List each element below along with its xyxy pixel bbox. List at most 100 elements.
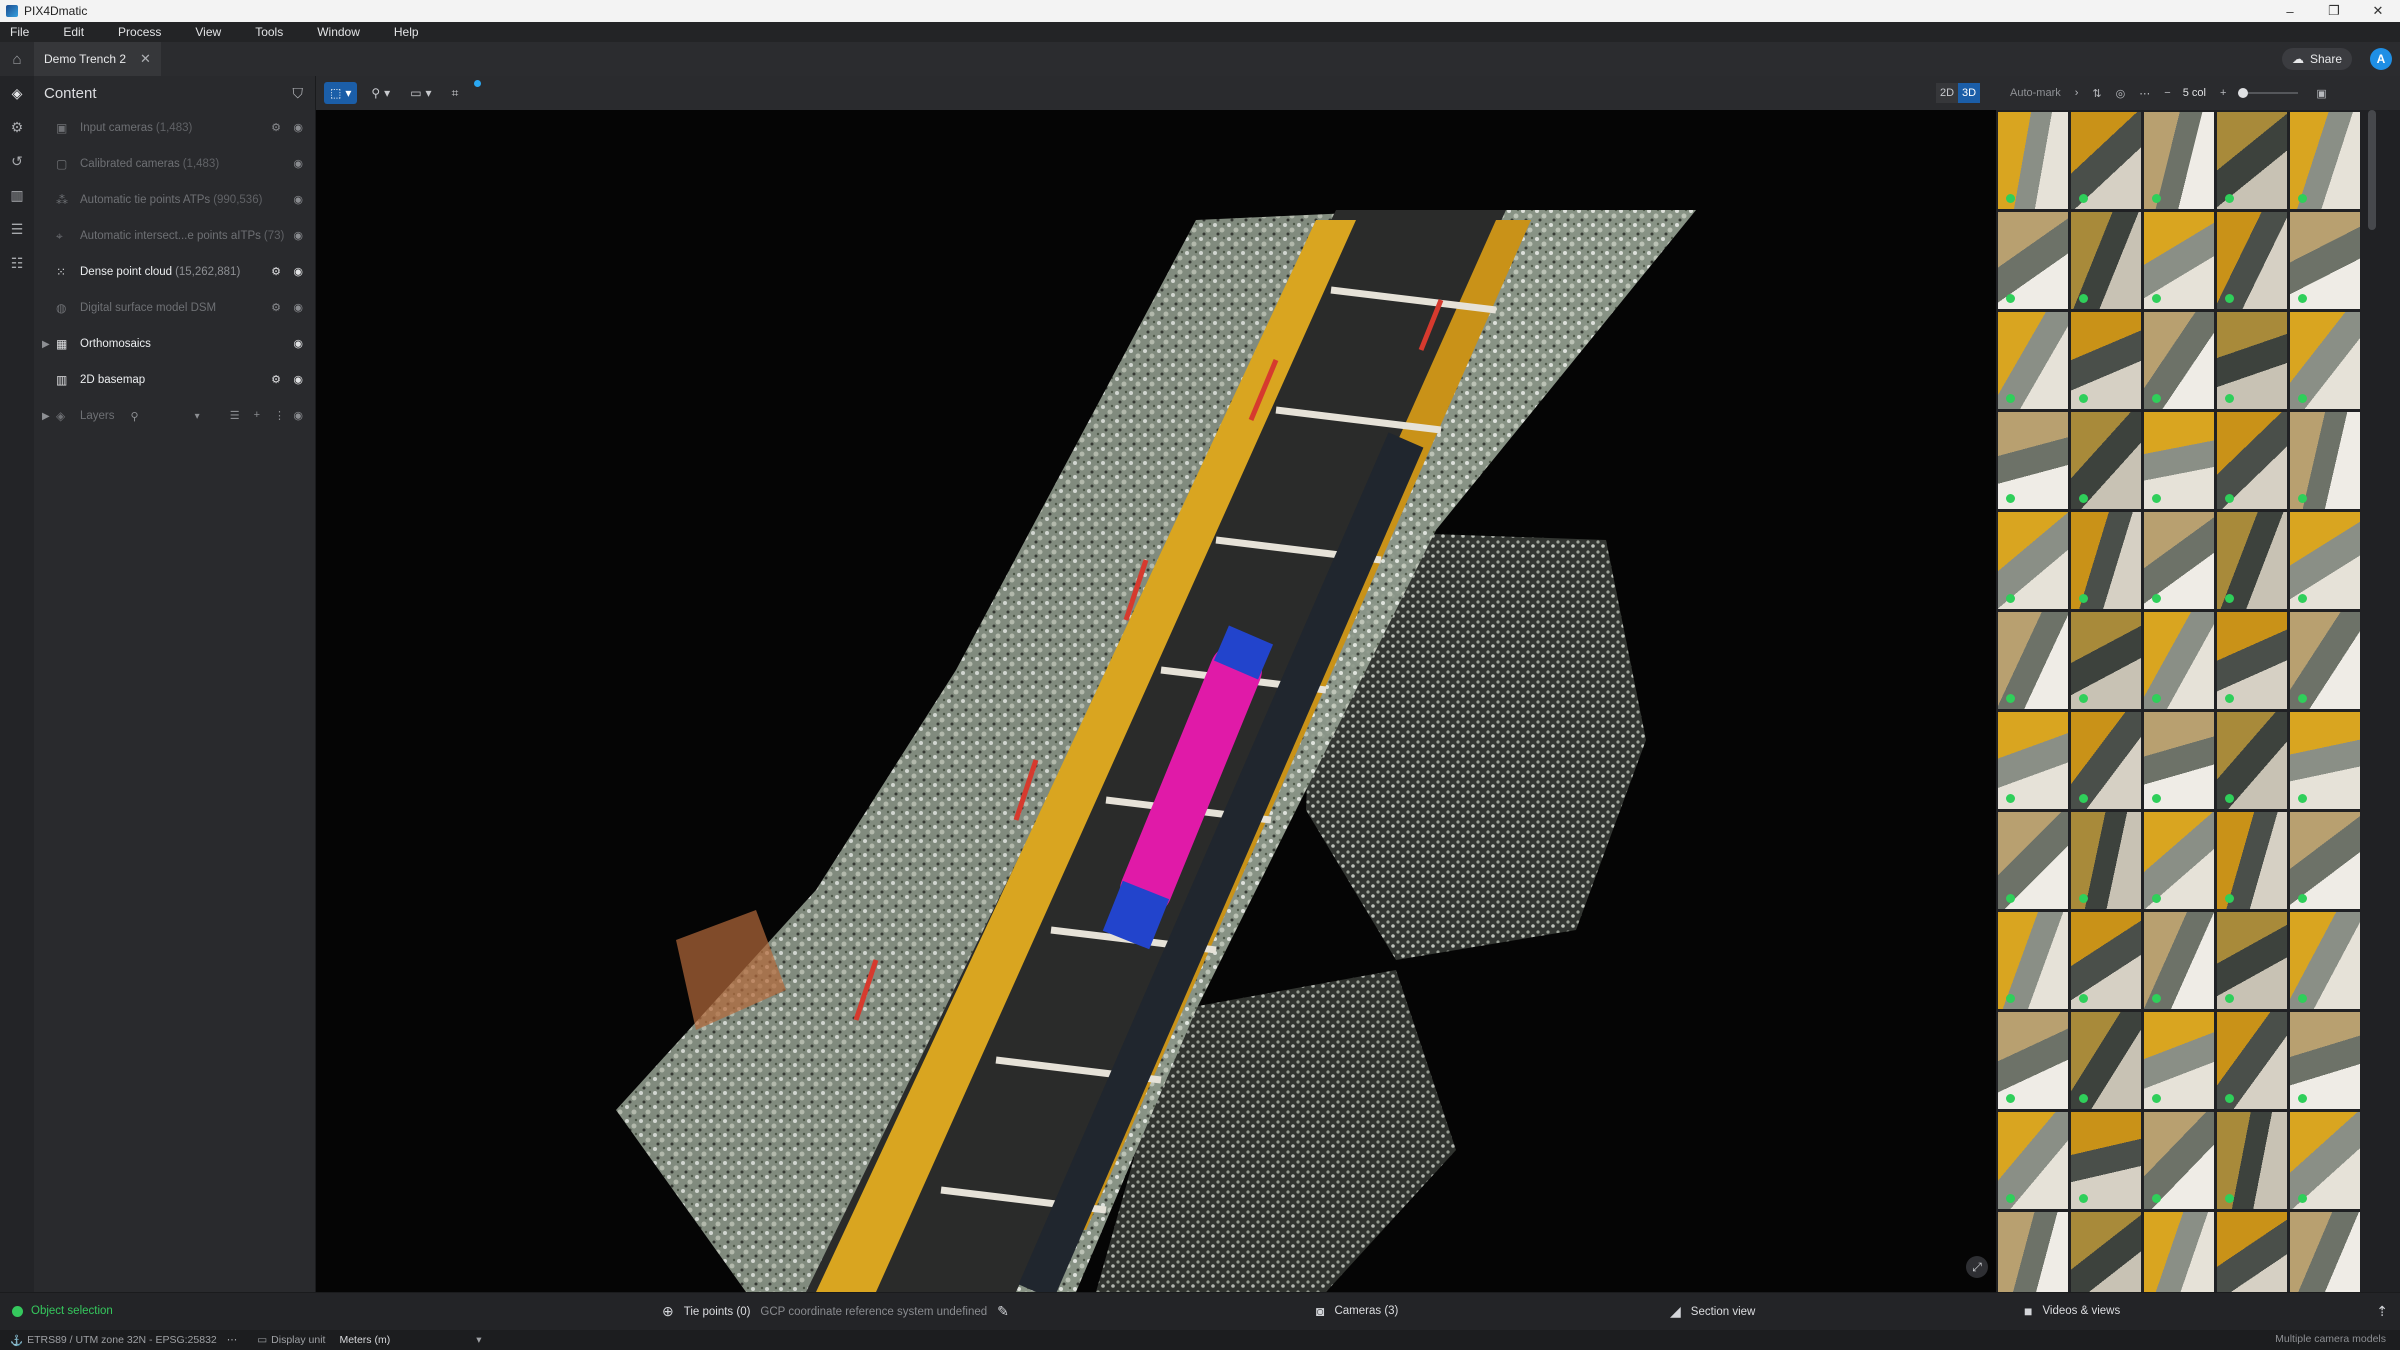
- sort-icon[interactable]: ⇅: [2092, 87, 2101, 100]
- slider-knob[interactable]: [2238, 88, 2249, 98]
- camera-thumbnail[interactable]: [2290, 212, 2360, 309]
- close-window-button[interactable]: ✕: [2356, 0, 2400, 22]
- camera-thumbnail[interactable]: [2071, 212, 2141, 309]
- visibility-eye-icon[interactable]: ◉: [293, 409, 303, 422]
- camera-thumbnail[interactable]: [2071, 812, 2141, 909]
- view-3d-button[interactable]: 3D: [1958, 83, 1980, 103]
- chevron-down-icon[interactable]: ▾: [476, 1334, 481, 1346]
- camera-thumbnail[interactable]: [1998, 512, 2068, 609]
- section-view-section[interactable]: ◢ Section view: [1670, 1303, 1755, 1320]
- camera-thumbnail[interactable]: [2217, 612, 2287, 709]
- layers-stack-icon[interactable]: ◈: [0, 76, 34, 110]
- settings-gear-icon[interactable]: ⚙: [271, 301, 281, 314]
- close-tab-icon[interactable]: ✕: [140, 51, 151, 67]
- camera-thumbnail[interactable]: [2071, 712, 2141, 809]
- camera-thumbnail[interactable]: [2144, 412, 2214, 509]
- camera-thumbnail[interactable]: [2290, 412, 2360, 509]
- zoom-out-icon[interactable]: −: [2164, 87, 2170, 99]
- camera-thumbnail[interactable]: [2290, 312, 2360, 409]
- camera-thumbnail[interactable]: [2144, 112, 2214, 209]
- display-unit-select[interactable]: Meters (m): [339, 1334, 390, 1346]
- camera-thumbnail[interactable]: [1998, 212, 2068, 309]
- thumbnail-size-slider[interactable]: [2238, 88, 2299, 98]
- camera-thumbnail[interactable]: [2217, 212, 2287, 309]
- cameras-section[interactable]: ◙ Cameras (3): [1316, 1303, 1398, 1319]
- layer-2d-basemap[interactable]: ▥ 2D basemap ⚙ ◉: [34, 362, 315, 398]
- settings-gear-icon[interactable]: ⚙: [271, 373, 281, 386]
- camera-thumbnail[interactable]: [2217, 1212, 2287, 1292]
- camera-thumbnail[interactable]: [2144, 1212, 2214, 1292]
- add-icon[interactable]: +: [254, 409, 260, 422]
- camera-thumbnail[interactable]: [2144, 712, 2214, 809]
- layer-digital-surface-model[interactable]: ◍ Digital surface model DSM ⚙ ◉: [34, 290, 315, 326]
- menu-process[interactable]: Process: [118, 25, 161, 39]
- chevron-down-icon[interactable]: ▾: [195, 411, 200, 422]
- menu-file[interactable]: File: [10, 25, 29, 39]
- menu-view[interactable]: View: [195, 25, 221, 39]
- 3d-viewport[interactable]: ⤢: [316, 110, 1996, 1292]
- target-icon[interactable]: ◎: [2116, 87, 2126, 100]
- tab-demo-trench-2[interactable]: Demo Trench 2 ✕: [34, 42, 161, 76]
- camera-thumbnail[interactable]: [2071, 312, 2141, 409]
- more-icon[interactable]: ⋮: [274, 409, 285, 422]
- camera-thumbnail[interactable]: [2290, 1012, 2360, 1109]
- crs-more-icon[interactable]: ⋯: [227, 1334, 238, 1346]
- camera-thumbnail[interactable]: [2217, 1112, 2287, 1209]
- camera-thumbnail[interactable]: [1998, 612, 2068, 709]
- camera-thumbnail[interactable]: [2217, 812, 2287, 909]
- camera-thumbnail[interactable]: [1998, 412, 2068, 509]
- camera-thumbnail[interactable]: [1998, 112, 2068, 209]
- camera-thumbnail[interactable]: [1998, 312, 2068, 409]
- visibility-eye-icon[interactable]: ◉: [293, 373, 303, 386]
- camera-thumbnail[interactable]: [2071, 512, 2141, 609]
- collapse-panel-icon[interactable]: ⇡: [2376, 1303, 2388, 1320]
- object-selection-status[interactable]: Object selection: [12, 1305, 113, 1317]
- camera-thumbnail[interactable]: [2144, 812, 2214, 909]
- camera-thumbnail[interactable]: [2144, 312, 2214, 409]
- avatar[interactable]: A: [2370, 48, 2392, 70]
- camera-thumbnail[interactable]: [2071, 112, 2141, 209]
- thumbnail-scrollbar[interactable]: [2368, 110, 2376, 230]
- home-icon[interactable]: ⌂: [0, 42, 34, 76]
- camera-thumbnail[interactable]: [2071, 612, 2141, 709]
- camera-thumbnail[interactable]: [2217, 712, 2287, 809]
- list-icon[interactable]: ☰: [230, 409, 240, 422]
- layer-input-cameras[interactable]: ▣ Input cameras (1,483) ⚙ ◉: [34, 110, 315, 146]
- camera-thumbnail[interactable]: [2217, 412, 2287, 509]
- camera-thumbnail[interactable]: [2290, 712, 2360, 809]
- layer-dense-point-cloud[interactable]: ⁙ Dense point cloud (15,262,881) ⚙ ◉: [34, 254, 315, 290]
- camera-thumbnail[interactable]: [1998, 1212, 2068, 1292]
- search-icon[interactable]: ⚲: [131, 410, 139, 423]
- visibility-eye-icon[interactable]: ◉: [293, 337, 303, 350]
- settings-gear-icon[interactable]: ⚙: [271, 121, 281, 134]
- camera-thumbnail[interactable]: [2290, 812, 2360, 909]
- fit-view-button[interactable]: ⤢: [1966, 1256, 1988, 1278]
- edit-pencil-icon[interactable]: ✎: [997, 1303, 1009, 1320]
- minimize-button[interactable]: –: [2268, 0, 2312, 22]
- menu-tools[interactable]: Tools: [255, 25, 283, 39]
- camera-thumbnail[interactable]: [1998, 912, 2068, 1009]
- camera-thumbnail[interactable]: [2071, 1212, 2141, 1292]
- camera-thumbnail[interactable]: [2290, 112, 2360, 209]
- visibility-eye-icon[interactable]: ◉: [293, 301, 303, 314]
- visibility-eye-icon[interactable]: ◉: [293, 121, 303, 134]
- camera-thumbnail[interactable]: [2144, 512, 2214, 609]
- marker-tool-button[interactable]: ⚲ ▾: [365, 82, 396, 104]
- camera-thumbnail[interactable]: [2290, 1212, 2360, 1292]
- measure-tool-button[interactable]: ▭ ▾: [404, 82, 437, 104]
- dense-point-cloud-render[interactable]: [316, 110, 1996, 1292]
- settings-gear-icon[interactable]: ⚙: [271, 265, 281, 278]
- checklist-icon[interactable]: ☷: [0, 246, 34, 280]
- camera-thumbnail[interactable]: [2071, 912, 2141, 1009]
- panel-layout-icon[interactable]: ▣: [2316, 87, 2326, 100]
- camera-thumbnail[interactable]: [2290, 912, 2360, 1009]
- camera-thumbnail[interactable]: [1998, 1012, 2068, 1109]
- menu-window[interactable]: Window: [317, 25, 360, 39]
- camera-thumbnail[interactable]: [2290, 512, 2360, 609]
- menu-edit[interactable]: Edit: [63, 25, 84, 39]
- tie-points-section[interactable]: ⊕ Tie points (0) GCP coordinate referenc…: [662, 1303, 1009, 1320]
- camera-thumbnail[interactable]: [2144, 1112, 2214, 1209]
- list-icon[interactable]: ☰: [0, 212, 34, 246]
- menu-help[interactable]: Help: [394, 25, 419, 39]
- expand-chevron-icon[interactable]: ▶: [42, 339, 56, 350]
